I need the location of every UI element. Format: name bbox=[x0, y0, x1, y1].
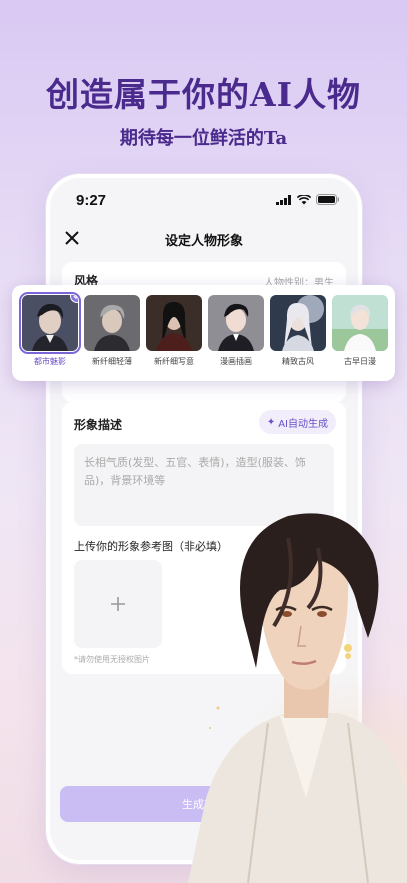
wifi-icon bbox=[297, 194, 311, 204]
ai-generate-button[interactable]: ✦ AI自动生成 bbox=[258, 410, 336, 434]
style-thumb-ancient bbox=[270, 295, 326, 351]
style-item-ancient[interactable]: 精致古风 bbox=[270, 295, 326, 367]
style-name: 新纤细轻薄 bbox=[92, 357, 132, 366]
ai-generate-label: AI自动生成 bbox=[278, 418, 328, 430]
status-icons bbox=[276, 194, 340, 205]
style-selector: 都市魅影 新纤细轻薄 新纤细写意 漫画插画 精致古风 古早日漫 bbox=[12, 285, 395, 381]
style-item-ink[interactable]: 新纤细写意 bbox=[146, 295, 202, 367]
battery-icon bbox=[316, 194, 339, 205]
style-item-comic[interactable]: 漫画插画 bbox=[208, 295, 264, 367]
upload-note: *请勿使用无授权图片 bbox=[74, 655, 150, 664]
sparkle-icon: ✦ bbox=[266, 416, 276, 428]
status-time: 9:27 bbox=[76, 192, 107, 209]
style-item-light[interactable]: 新纤细轻薄 bbox=[84, 295, 140, 367]
style-name: 精致古风 bbox=[282, 357, 314, 366]
style-thumb-ink bbox=[146, 295, 202, 351]
style-thumb-light bbox=[84, 295, 140, 351]
style-thumb-retro bbox=[332, 295, 388, 351]
signal-icon bbox=[276, 194, 291, 205]
character-portrait bbox=[188, 513, 407, 883]
page-title: 设定人物形象 bbox=[164, 234, 243, 249]
headline: 创造属于你的AI人物 bbox=[45, 75, 362, 114]
subline: 期待每一位鲜活的Ta bbox=[119, 128, 288, 149]
style-name: 新纤细写意 bbox=[154, 357, 194, 366]
style-name: 古早日漫 bbox=[344, 357, 376, 366]
upload-button[interactable] bbox=[74, 560, 162, 648]
style-thumb-urban bbox=[19, 292, 81, 354]
style-item-urban[interactable]: 都市魅影 bbox=[19, 292, 81, 367]
description-title: 形象描述 bbox=[74, 418, 123, 432]
style-name: 漫画插画 bbox=[220, 357, 252, 366]
style-item-retro[interactable]: 古早日漫 bbox=[332, 295, 388, 367]
plus-icon bbox=[111, 597, 125, 611]
style-thumb-comic bbox=[208, 295, 264, 351]
style-name: 都市魅影 bbox=[34, 357, 66, 366]
